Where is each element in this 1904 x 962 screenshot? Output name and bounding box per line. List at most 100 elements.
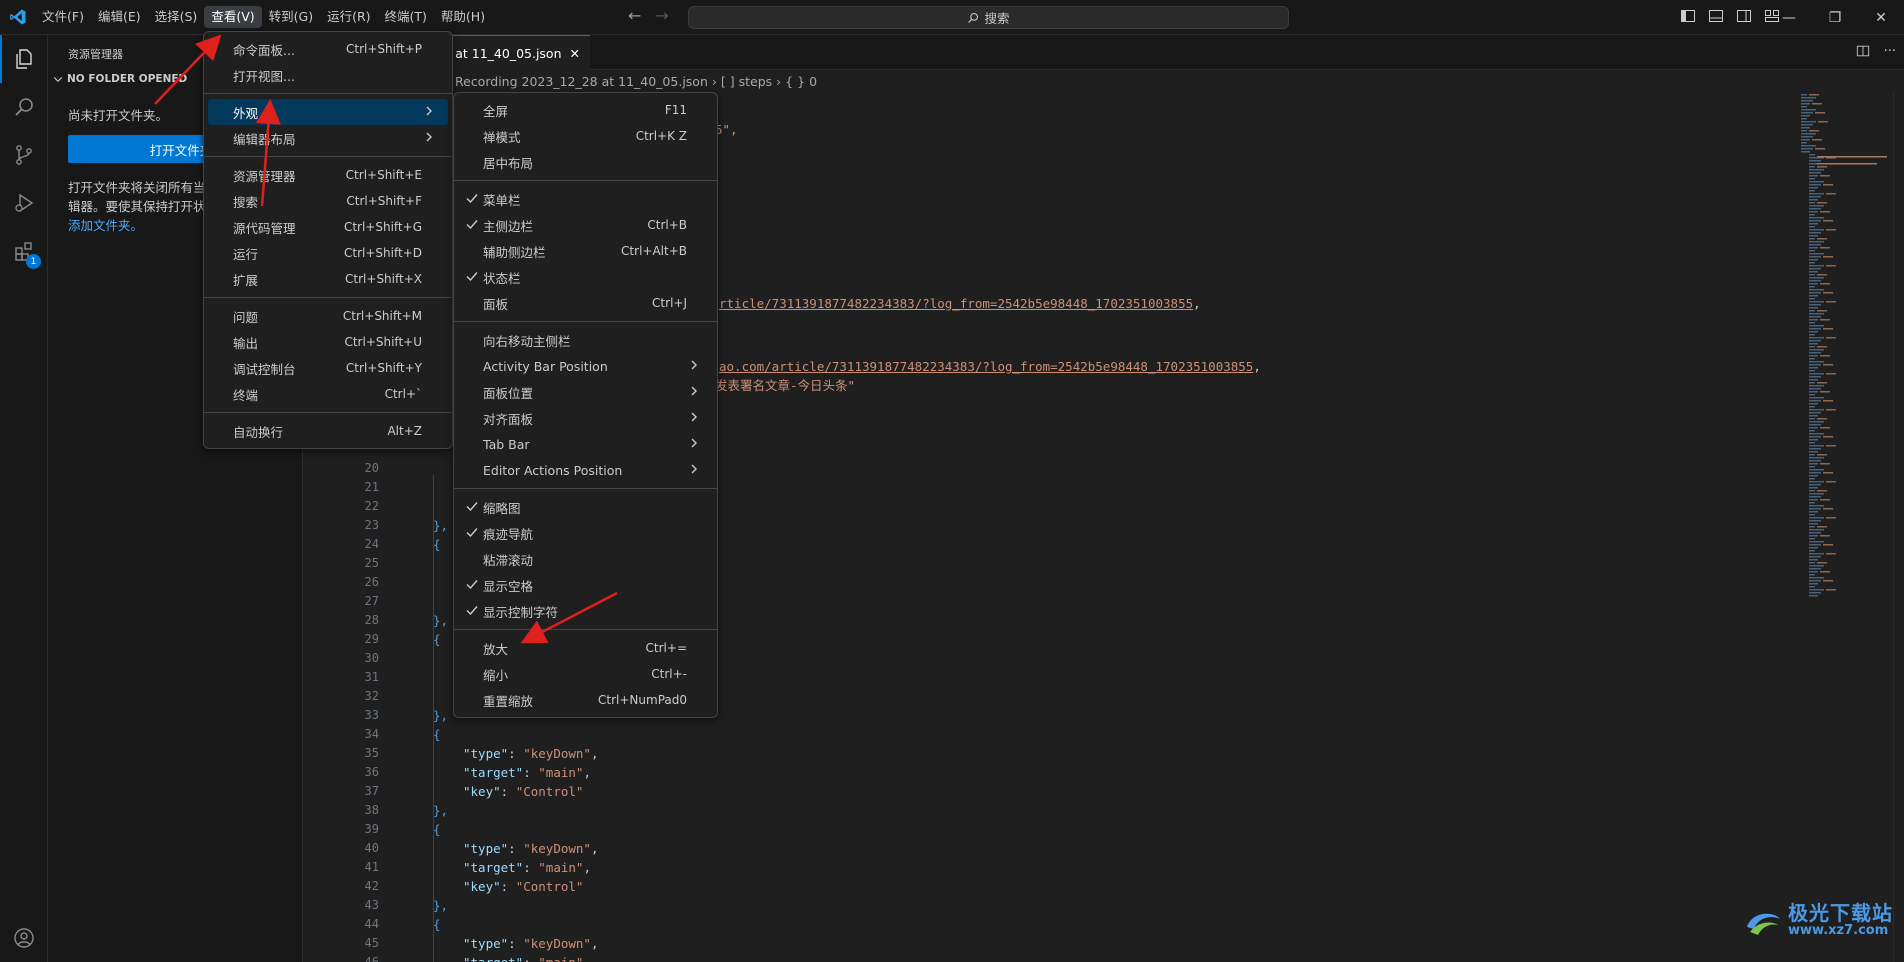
split-editor-icon[interactable] (1856, 44, 1870, 62)
back-arrow-icon[interactable]: ← (628, 6, 641, 25)
menu-item-label: 对齐面板 (483, 411, 534, 427)
section-label: NO FOLDER OPENED (67, 73, 188, 85)
watermark-url: www.xz7.com (1788, 923, 1889, 938)
line-number: 31 (364, 670, 379, 684)
appearance-menu-item[interactable]: Activity Bar Position (458, 353, 713, 379)
menu-separator (454, 180, 717, 181)
line-number: 42 (364, 879, 379, 893)
appearance-menu-item[interactable]: 辅助侧边栏 Ctrl+Alt+B (458, 238, 713, 264)
code-property-line: "key": "Control" (463, 784, 584, 799)
code-property-line: "type": "keyDown", (463, 841, 599, 856)
breadcrumb-steps[interactable]: steps (739, 74, 773, 89)
account-icon[interactable] (0, 914, 48, 962)
appearance-menu-item[interactable]: 主侧边栏 Ctrl+B (458, 212, 713, 238)
chevron-right-icon (691, 412, 697, 422)
title-bar: 文件(F) 编辑(E) 选择(S) 查看(V) 转到(G) 运行(R) 终端(T… (0, 0, 1904, 35)
menu-separator (454, 321, 717, 322)
view-menu-item[interactable]: 资源管理器 Ctrl+Shift+E (208, 162, 448, 188)
minimize-icon[interactable]: — (1766, 0, 1812, 35)
menu-item-label: 显示空格 (483, 578, 534, 594)
code-property-line: "target": "main", (463, 860, 591, 875)
vertical-scrollbar[interactable] (1893, 92, 1904, 962)
command-center-search[interactable]: 搜索 (688, 6, 1289, 29)
view-menu-item[interactable]: 输出 Ctrl+Shift+U (208, 329, 448, 355)
menu-item-label: 主侧边栏 (483, 218, 534, 234)
menu-item-label: Tab Bar (483, 436, 530, 452)
menu-item-label: 菜单栏 (483, 192, 521, 208)
appearance-menu-item[interactable]: 重置缩放 Ctrl+NumPad0 (458, 687, 713, 713)
appearance-menu-item[interactable]: 居中布局 (458, 149, 713, 175)
vscode-logo-icon (0, 0, 35, 35)
appearance-menu-item[interactable]: Tab Bar (458, 431, 713, 457)
appearance-menu-item[interactable]: 对齐面板 (458, 405, 713, 431)
toggle-panel-icon[interactable] (1708, 8, 1724, 24)
menu-separator (204, 156, 452, 157)
view-menu-item[interactable]: 自动换行 Alt+Z (208, 418, 448, 444)
code-brace: { (433, 917, 441, 932)
view-menu-item[interactable]: 终端 Ctrl+` (208, 381, 448, 407)
source-control-icon[interactable] (0, 131, 48, 179)
minimap[interactable] (1797, 92, 1897, 602)
run-debug-icon[interactable] (0, 179, 48, 227)
appearance-menu-item[interactable]: 状态栏 (458, 264, 713, 290)
menu-edit[interactable]: 编辑(E) (91, 6, 148, 28)
more-actions-icon[interactable]: ··· (1884, 44, 1896, 62)
menu-help[interactable]: 帮助(H) (434, 6, 492, 28)
view-menu-item[interactable]: 编辑器布局 (208, 125, 448, 151)
view-menu-item[interactable]: 扩展 Ctrl+Shift+X (208, 266, 448, 292)
appearance-menu-item[interactable]: 粘滞滚动 (458, 546, 713, 572)
appearance-menu-item[interactable]: 面板位置 (458, 379, 713, 405)
view-menu-item[interactable]: 源代码管理 Ctrl+Shift+G (208, 214, 448, 240)
menu-separator (204, 412, 452, 413)
menu-terminal[interactable]: 终端(T) (378, 6, 434, 28)
menu-selection[interactable]: 选择(S) (148, 6, 205, 28)
menu-item-label: 编辑器布局 (233, 131, 296, 147)
appearance-menu-item[interactable]: 菜单栏 (458, 186, 713, 212)
close-tab-icon[interactable]: ✕ (570, 46, 580, 61)
check-icon (466, 272, 478, 282)
menu-run[interactable]: 运行(R) (320, 6, 377, 28)
restore-icon[interactable]: ❐ (1812, 0, 1858, 35)
line-number: 39 (364, 822, 379, 836)
explorer-icon[interactable] (0, 35, 48, 83)
menu-item-label: 面板位置 (483, 385, 534, 401)
menu-file[interactable]: 文件(F) (35, 6, 91, 28)
appearance-menu-item[interactable]: 全屏 F11 (458, 97, 713, 123)
appearance-menu-item[interactable]: 放大 Ctrl+= (458, 635, 713, 661)
appearance-menu-item[interactable]: 向右移动主侧栏 (458, 327, 713, 353)
no-folder-text: 尚未打开文件夹。 (68, 108, 169, 123)
view-menu-item[interactable]: 运行 Ctrl+Shift+D (208, 240, 448, 266)
menu-item-shortcut: Ctrl+Shift+F (346, 194, 422, 208)
appearance-menu-item[interactable]: Editor Actions Position (458, 457, 713, 483)
menu-go[interactable]: 转到(G) (262, 6, 320, 28)
appearance-menu-item[interactable]: 禅模式 Ctrl+K Z (458, 123, 713, 149)
menu-item-label: 输出 (233, 335, 259, 351)
view-menu-item[interactable]: 外观 (208, 99, 448, 125)
forward-arrow-icon[interactable]: → (655, 6, 668, 25)
menu-view[interactable]: 查看(V) (204, 6, 262, 28)
view-menu-item[interactable]: 命令面板... Ctrl+Shift+P (208, 36, 448, 62)
appearance-menu-item[interactable]: 缩略图 (458, 494, 713, 520)
extensions-icon[interactable]: 1 (0, 227, 48, 275)
appearance-menu-item[interactable]: 显示控制字符 (458, 598, 713, 624)
line-number: 23 (364, 518, 379, 532)
view-menu-item[interactable]: 搜索 Ctrl+Shift+F (208, 188, 448, 214)
appearance-menu-item[interactable]: 面板 Ctrl+J (458, 290, 713, 316)
close-window-icon[interactable]: ✕ (1858, 0, 1904, 35)
no-folder-section-header[interactable]: NO FOLDER OPENED (52, 73, 187, 85)
menu-item-shortcut: Ctrl+= (645, 641, 687, 655)
breadcrumb-file[interactable]: Recording 2023_12_28 at 11_40_05.json (455, 74, 708, 89)
view-menu-item[interactable]: 打开视图... (208, 62, 448, 88)
view-menu-item[interactable]: 问题 Ctrl+Shift+M (208, 303, 448, 329)
line-number: 40 (364, 841, 379, 855)
search-icon[interactable] (0, 83, 48, 131)
appearance-menu-item[interactable]: 显示空格 (458, 572, 713, 598)
toggle-primary-sidebar-icon[interactable] (1680, 8, 1696, 24)
toggle-secondary-sidebar-icon[interactable] (1736, 8, 1752, 24)
view-menu-item[interactable]: 调试控制台 Ctrl+Shift+Y (208, 355, 448, 381)
code-fragment-url1: rticle/7311391877482234383/?log_from=254… (719, 296, 1201, 311)
appearance-menu-item[interactable]: 痕迹导航 (458, 520, 713, 546)
breadcrumb-index[interactable]: 0 (809, 74, 817, 89)
check-icon (466, 528, 478, 538)
appearance-menu-item[interactable]: 缩小 Ctrl+- (458, 661, 713, 687)
